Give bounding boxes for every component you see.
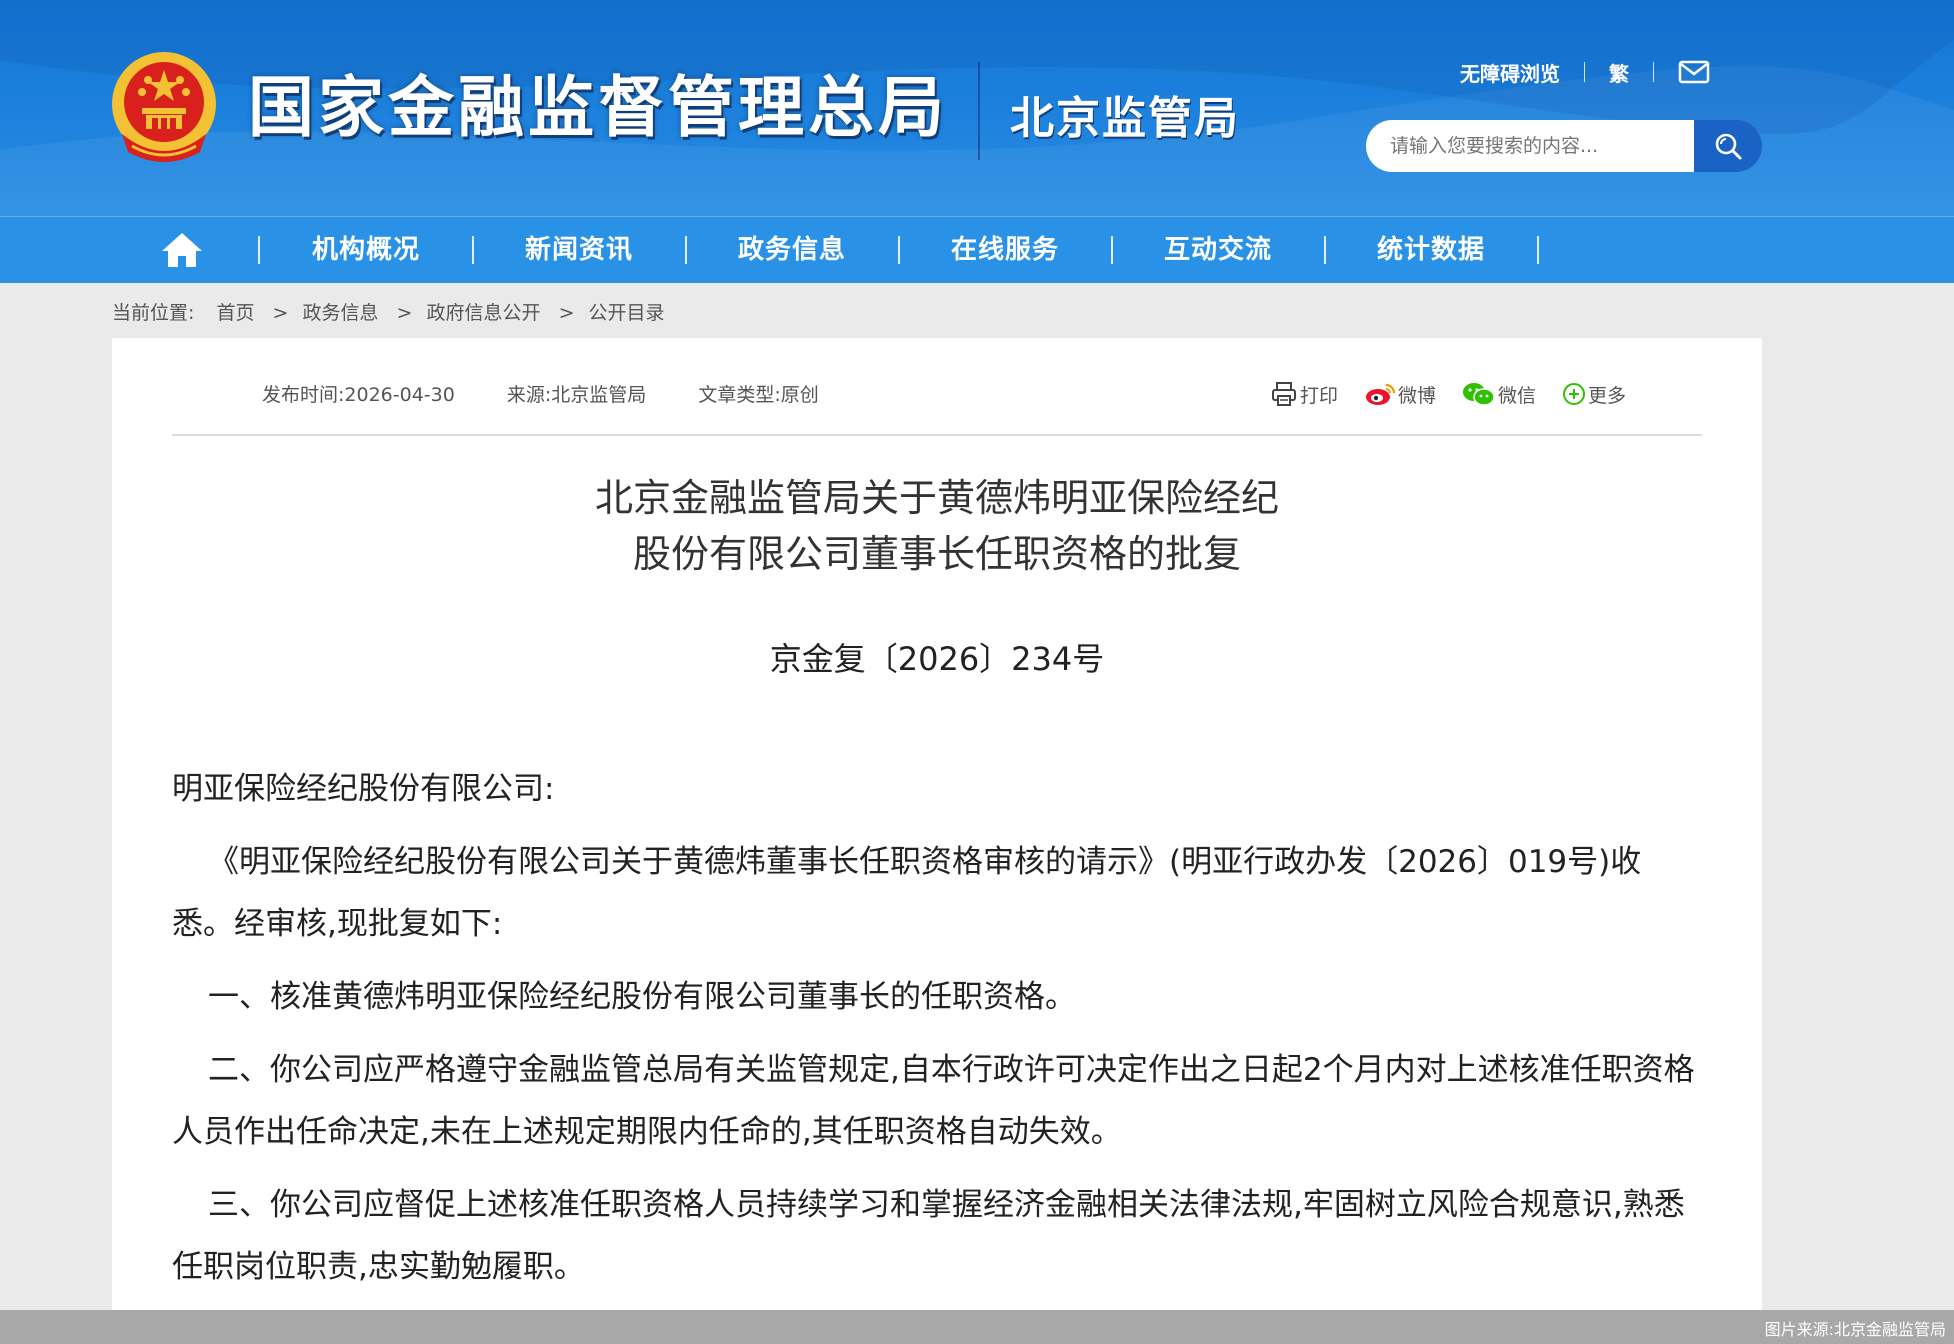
weibo-label: 微博: [1398, 384, 1437, 407]
more-share-button[interactable]: 更多: [1562, 381, 1626, 408]
breadcrumb-info-disclosure[interactable]: 政府信息公开: [427, 302, 541, 324]
traditional-chinese-link[interactable]: 繁: [1609, 58, 1629, 87]
document-salutation: 明亚保险经纪股份有限公司:: [172, 771, 555, 807]
printer-icon: [1272, 382, 1296, 406]
breadcrumb-catalog[interactable]: 公开目录: [589, 302, 665, 324]
breadcrumb: 当前位置: 首页 > 政务信息 > 政府信息公开 > 公开目录: [112, 302, 665, 324]
breadcrumb-home[interactable]: 首页: [216, 302, 254, 324]
main-nav: 机构概况 新闻资讯 政务信息 在线服务 互动交流 统计数据: [0, 216, 1954, 283]
nav-divider: [1537, 236, 1539, 264]
wechat-label: 微信: [1498, 384, 1537, 407]
document-paragraph: 一、核准黄德炜明亚保险经纪股份有限公司董事长的任职资格。: [208, 979, 1076, 1015]
national-emblem-icon: [112, 52, 216, 162]
search-input[interactable]: [1366, 120, 1696, 172]
breadcrumb-lead: 当前位置:: [112, 302, 195, 324]
document-title: 北京金融监管局关于黄德炜明亚保险经纪 股份有限公司董事长任职资格的批复: [172, 470, 1702, 582]
search-icon: [1715, 133, 1742, 160]
document-paragraph: 《明亚保险经纪股份有限公司关于黄德炜董事长任职资格审核的请示》(明亚行政办发〔2…: [172, 844, 1642, 942]
article-source: 来源:北京监管局: [506, 384, 647, 406]
accessibility-link[interactable]: 无障碍浏览: [1460, 58, 1560, 87]
print-label: 打印: [1300, 384, 1339, 407]
document-title-line: 北京金融监管局关于黄德炜明亚保险经纪: [594, 476, 1279, 520]
nav-divider: [898, 236, 900, 264]
nav-divider: [1324, 236, 1326, 264]
mail-icon[interactable]: [1678, 60, 1710, 84]
article-meta: 发布时间:2026-04-30 来源:北京监管局 文章类型:原创: [262, 380, 865, 410]
nav-item-government-info[interactable]: 政务信息: [738, 217, 846, 283]
weibo-icon: [1366, 383, 1396, 405]
nav-item-news[interactable]: 新闻资讯: [525, 217, 633, 283]
top-links: 无障碍浏览 繁: [1460, 56, 1710, 88]
wechat-icon: [1463, 383, 1495, 406]
top-link-divider: [1584, 62, 1585, 82]
search-button[interactable]: [1694, 120, 1762, 172]
wechat-share-button[interactable]: 微信: [1462, 381, 1536, 408]
search-box: [1366, 120, 1762, 172]
top-link-divider: [1653, 62, 1654, 82]
publish-time: 发布时间:2026-04-30: [262, 384, 455, 406]
breadcrumb-government-info[interactable]: 政务信息: [302, 302, 378, 324]
nav-item-about[interactable]: 机构概况: [312, 217, 420, 283]
bureau-subtitle[interactable]: 北京监管局: [1010, 82, 1240, 146]
image-credit-bar: 图片来源:北京金融监管局: [0, 1310, 1954, 1344]
share-toolbar: 打印 微博 微信 更多: [1270, 378, 1652, 410]
nav-divider: [685, 236, 687, 264]
nav-item-statistics[interactable]: 统计数据: [1377, 217, 1485, 283]
home-icon[interactable]: [160, 231, 204, 269]
nav-item-online-service[interactable]: 在线服务: [951, 217, 1059, 283]
more-label: 更多: [1588, 384, 1627, 407]
document-number: 京金复〔2026〕234号: [769, 640, 1105, 678]
title-divider: [978, 62, 980, 160]
weibo-share-button[interactable]: 微博: [1364, 381, 1436, 408]
nav-divider: [258, 236, 260, 264]
nav-divider: [1111, 236, 1113, 264]
site-title[interactable]: 国家金融监督管理总局: [248, 64, 948, 152]
print-button[interactable]: 打印: [1270, 381, 1338, 408]
plus-circle-icon: [1563, 383, 1586, 405]
article-panel: 发布时间:2026-04-30 来源:北京监管局 文章类型:原创 打印 微博 微…: [112, 338, 1762, 1344]
document-body: 明亚保险经纪股份有限公司: 《明亚保险经纪股份有限公司关于黄德炜董事长任职资格审…: [172, 758, 1702, 1309]
meta-divider: [172, 434, 1702, 436]
document-title-line: 股份有限公司董事长任职资格的批复: [632, 532, 1241, 576]
article-type: 文章类型:原创: [698, 384, 819, 406]
site-header: 国家金融监督管理总局 北京监管局 无障碍浏览 繁: [0, 0, 1954, 216]
nav-item-interaction[interactable]: 互动交流: [1164, 217, 1272, 283]
image-credit: 图片来源:北京金融监管局: [1764, 1320, 1946, 1339]
nav-divider: [472, 236, 474, 264]
document-paragraph: 二、你公司应严格遵守金融监管总局有关监管规定,自本行政许可决定作出之日起2个月内…: [172, 1052, 1695, 1150]
document-paragraph: 三、你公司应督促上述核准任职资格人员持续学习和掌握经济金融相关法律法规,牢固树立…: [172, 1187, 1685, 1285]
